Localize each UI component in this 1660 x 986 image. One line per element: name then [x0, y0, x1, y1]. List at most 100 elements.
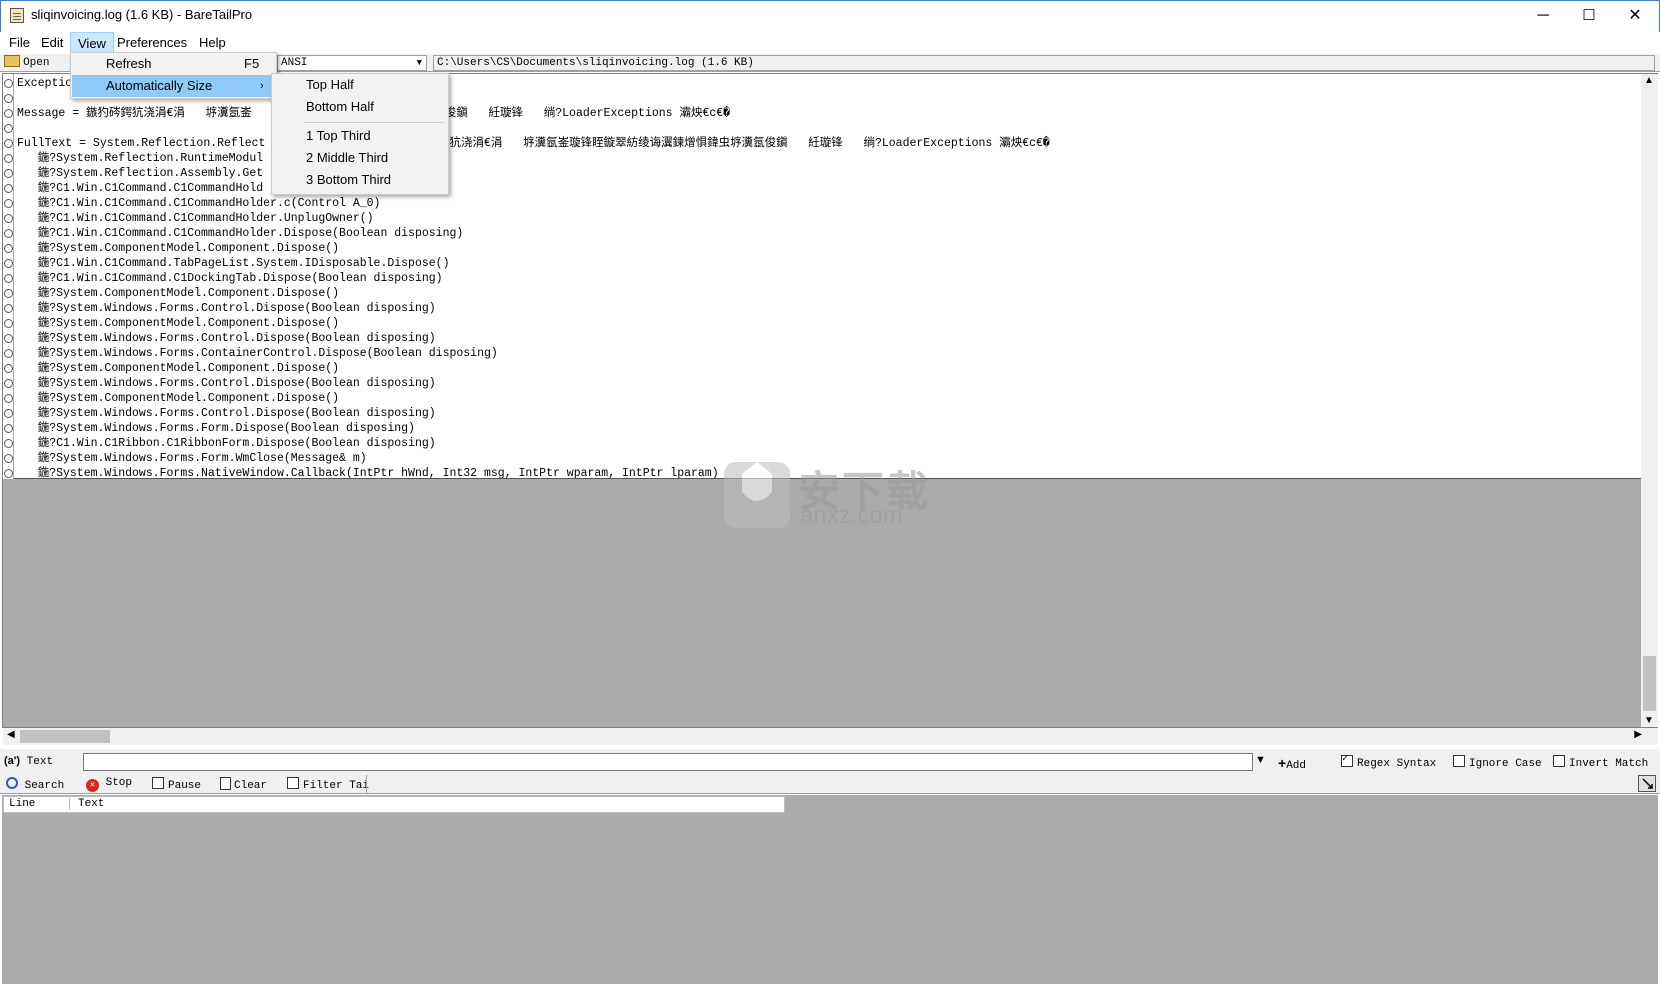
checkbox-checked-icon — [1341, 753, 1353, 767]
view-menu-dropdown: Refresh F5 Automatically Size › — [70, 52, 277, 99]
column-header-text[interactable]: Text — [78, 798, 104, 810]
results-header: Line Text — [3, 796, 785, 813]
search-input[interactable] — [83, 753, 1253, 771]
refresh-shortcut: F5 — [244, 56, 260, 71]
folder-open-icon — [4, 55, 20, 67]
menu-bar — [0, 32, 1660, 54]
gutter-marker-icon[interactable] — [4, 304, 13, 313]
gutter-marker-icon[interactable] — [4, 94, 13, 103]
gutter-marker-icon[interactable] — [4, 334, 13, 343]
gutter-marker-icon[interactable] — [4, 199, 13, 208]
maximize-button[interactable]: ☐ — [1566, 0, 1612, 31]
encoding-select[interactable]: ANSI ▼ — [277, 55, 427, 71]
gutter-marker-icon[interactable] — [4, 229, 13, 238]
gutter-marker-icon[interactable] — [4, 169, 13, 178]
toolbar-divider — [366, 775, 367, 793]
vertical-scroll-thumb[interactable] — [1643, 656, 1656, 711]
close-button[interactable]: ✕ — [1612, 0, 1658, 31]
horizontal-scrollbar[interactable]: ◀ ▶ — [3, 728, 1658, 745]
refresh-label: Refresh — [106, 56, 152, 71]
gutter-marker-icon[interactable] — [4, 454, 13, 463]
log-text-area[interactable]: ExceptioMessage = 鏃犳硶鍔犺浇涓€涓 垿瀵氬崟 涔瀵氬俊鎭 紝… — [14, 74, 1641, 479]
text-mode-toggle[interactable]: (a') Text — [4, 755, 53, 768]
gutter-marker-icon[interactable] — [4, 184, 13, 193]
menu-item-automatically-size[interactable]: Automatically Size › — [72, 75, 275, 97]
stop-label: Stop — [105, 777, 133, 789]
log-line: 鍦?C1.Win.C1Command.TabPageList.System.ID… — [17, 257, 450, 270]
menu-view[interactable]: View — [70, 32, 114, 54]
automatically-size-submenu: Top Half Bottom Half 1 Top Third 2 Middl… — [271, 73, 449, 195]
minimize-button[interactable]: ─ — [1520, 0, 1566, 31]
menu-item-top-half[interactable]: Top Half — [273, 74, 447, 96]
horizontal-scroll-thumb[interactable] — [20, 730, 110, 743]
gutter-marker-icon[interactable] — [4, 319, 13, 328]
search-history-dropdown-icon[interactable]: ▼ — [1255, 754, 1266, 766]
vertical-scrollbar[interactable]: ▲ ▼ — [1641, 74, 1658, 727]
invert-match-checkbox[interactable]: Invert Match — [1553, 755, 1648, 770]
open-button[interactable]: Open — [4, 55, 49, 71]
add-filter-button[interactable]: +Add — [1278, 755, 1306, 772]
add-label: Add — [1286, 760, 1306, 772]
gutter-marker-icon[interactable] — [4, 424, 13, 433]
log-line: 鍦?System.ComponentModel.Component.Dispos… — [17, 362, 340, 375]
menu-file[interactable]: File — [2, 32, 37, 54]
gutter-marker-icon[interactable] — [4, 109, 13, 118]
filter-tail-label: Filter Tai — [303, 780, 370, 792]
log-line: 鍦?C1.Win.C1Command.C1CommandHolder.c(Con… — [17, 197, 381, 210]
gutter-marker-icon[interactable] — [4, 364, 13, 373]
ignore-case-checkbox[interactable]: Ignore Case — [1453, 755, 1542, 770]
gutter-marker-icon[interactable] — [4, 274, 13, 283]
menu-item-bottom-half[interactable]: Bottom Half — [273, 96, 447, 118]
scroll-left-icon[interactable]: ◀ — [7, 729, 15, 740]
menu-item-top-third[interactable]: 1 Top Third — [273, 125, 447, 147]
column-header-line[interactable]: Line — [9, 798, 70, 810]
menu-item-middle-third[interactable]: 2 Middle Third — [273, 147, 447, 169]
scroll-down-icon[interactable]: ▼ — [1644, 715, 1654, 726]
gutter-marker-icon[interactable] — [4, 349, 13, 358]
menu-help[interactable]: Help — [192, 32, 233, 54]
text-mode-icon: (a') — [4, 755, 21, 767]
clear-button[interactable]: Clear — [220, 777, 267, 792]
scroll-up-icon[interactable]: ▲ — [1644, 75, 1654, 86]
gutter-marker-icon[interactable] — [4, 214, 13, 223]
log-line: 鍦?System.ComponentModel.Component.Dispos… — [17, 392, 340, 405]
log-line: Exceptio — [17, 77, 73, 90]
search-button[interactable]: Search — [6, 777, 64, 792]
gutter-marker-icon[interactable] — [4, 469, 13, 478]
app-icon — [10, 8, 24, 23]
gutter-marker-icon[interactable] — [4, 244, 13, 253]
invert-match-label: Invert Match — [1569, 758, 1649, 770]
log-line: 鍦?System.Reflection.Assembly.Get — [17, 167, 264, 180]
log-line: 鍦?System.Windows.Forms.ContainerControl.… — [17, 347, 498, 360]
pause-checkbox[interactable]: Pause — [152, 777, 201, 792]
regex-syntax-checkbox[interactable]: Regex Syntax — [1341, 753, 1437, 770]
gutter-marker-icon[interactable] — [4, 259, 13, 268]
gutter-marker-icon[interactable] — [4, 139, 13, 148]
menu-edit[interactable]: Edit — [34, 32, 70, 54]
window-title: sliqinvoicing.log (1.6 KB) - BareTailPro — [31, 7, 253, 22]
chevron-down-icon: ▼ — [416, 58, 422, 68]
top-half-label: Top Half — [306, 77, 354, 92]
gutter-marker-icon[interactable] — [4, 289, 13, 298]
menu-preferences[interactable]: Preferences — [110, 32, 194, 54]
resize-grip-icon[interactable] — [1638, 775, 1656, 792]
gutter-marker-icon[interactable] — [4, 439, 13, 448]
log-line: 鍦?System.Windows.Forms.Control.Dispose(B… — [17, 407, 436, 420]
gutter-marker-icon[interactable] — [4, 154, 13, 163]
gutter-marker-icon[interactable] — [4, 79, 13, 88]
menu-item-refresh[interactable]: Refresh F5 — [72, 53, 275, 75]
log-line: 鍦?System.ComponentModel.Component.Dispos… — [17, 287, 340, 300]
scroll-right-icon[interactable]: ▶ — [1634, 729, 1642, 740]
clear-label: Clear — [234, 780, 268, 792]
gutter-marker-icon[interactable] — [4, 394, 13, 403]
checkbox-icon — [1453, 755, 1465, 767]
filter-tail-checkbox[interactable]: Filter Tai — [287, 777, 369, 792]
bottom-half-label: Bottom Half — [306, 99, 374, 114]
regex-syntax-label: Regex Syntax — [1357, 758, 1437, 770]
log-line: 鍦?C1.Win.C1Command.C1CommandHolder.Dispo… — [17, 227, 464, 240]
gutter-marker-icon[interactable] — [4, 409, 13, 418]
menu-item-bottom-third[interactable]: 3 Bottom Third — [273, 169, 447, 191]
stop-button[interactable]: ✕ Stop — [86, 777, 132, 792]
gutter-marker-icon[interactable] — [4, 124, 13, 133]
gutter-marker-icon[interactable] — [4, 379, 13, 388]
